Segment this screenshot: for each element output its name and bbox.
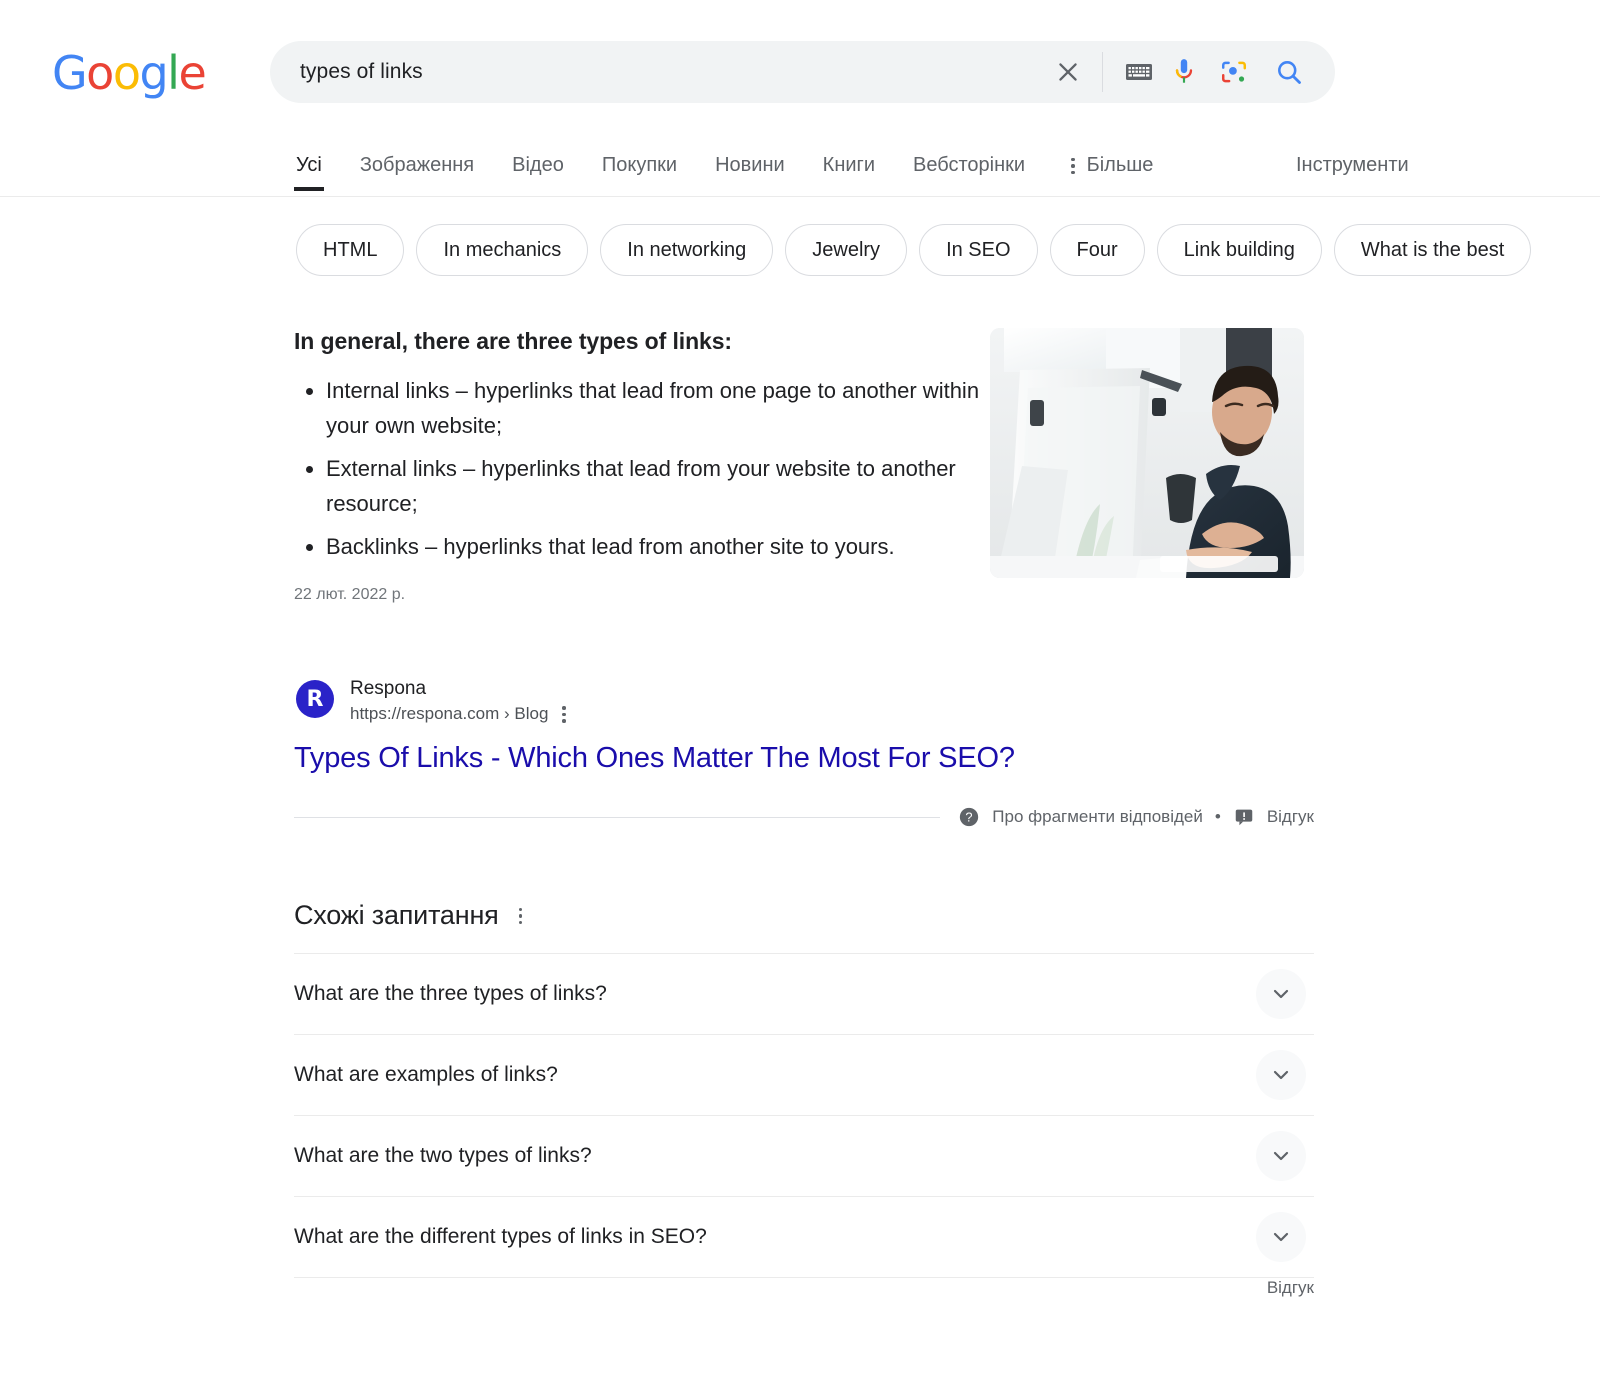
chip-label: Jewelry bbox=[812, 238, 881, 261]
respona-favicon-icon: R bbox=[296, 680, 334, 718]
about-featured-snippets-label: Про фрагменти відповідей bbox=[992, 807, 1203, 826]
feedback-divider-line bbox=[294, 816, 941, 818]
chip-label: In SEO bbox=[946, 238, 1011, 261]
logo-letter-g1: G bbox=[52, 46, 88, 100]
chip-in-seo[interactable]: In SEO bbox=[919, 224, 1038, 276]
tab-books-label: Книги bbox=[822, 154, 876, 176]
paa-question-label: What are the three types of links? bbox=[294, 982, 607, 1005]
chip-label: Four bbox=[1076, 238, 1118, 261]
snippet-feedback-row: ? Про фрагменти відповідей • Відгук bbox=[294, 806, 1314, 828]
chip-html[interactable]: HTML bbox=[296, 224, 405, 276]
logo-letter-o2: o bbox=[112, 46, 141, 100]
snippet-thumbnail[interactable] bbox=[990, 328, 1304, 578]
paa-options-icon[interactable] bbox=[518, 907, 523, 925]
refinement-chips: HTML In mechanics In networking Jewelry … bbox=[296, 224, 1532, 276]
chip-label: Link building bbox=[1183, 238, 1295, 261]
tab-books[interactable]: Книги bbox=[823, 140, 875, 177]
tab-shopping[interactable]: Покупки bbox=[602, 140, 677, 177]
result-options-icon[interactable] bbox=[562, 705, 566, 723]
tools-label: Інструменти bbox=[1296, 154, 1409, 176]
logo-letter-l: l bbox=[167, 46, 180, 100]
chip-what-is-the-best[interactable]: What is the best bbox=[1333, 224, 1532, 276]
more-button[interactable]: Більше bbox=[1071, 140, 1153, 177]
nav-tabs: Усі Зображення Відео Покупки Новини Книг… bbox=[294, 140, 1191, 196]
chevron-down-icon[interactable] bbox=[1256, 1050, 1306, 1100]
paa-question-label: What are examples of links? bbox=[294, 1063, 558, 1086]
search-icon[interactable] bbox=[1265, 52, 1313, 92]
snippet-title: In general, there are three types of lin… bbox=[294, 328, 732, 354]
paa-question-2[interactable]: What are examples of links? bbox=[294, 1034, 1314, 1115]
logo-letter-g2: g bbox=[139, 46, 168, 100]
paa-question-1[interactable]: What are the three types of links? bbox=[294, 953, 1314, 1034]
source-url-row: https://respona.com › Blog bbox=[350, 702, 566, 726]
snippet-date: 22 лют. 2022 р. bbox=[294, 586, 406, 603]
source-site-name: Respona bbox=[350, 678, 427, 699]
tab-all[interactable]: Усі bbox=[294, 140, 324, 191]
close-icon[interactable] bbox=[1048, 52, 1088, 92]
chip-in-networking[interactable]: In networking bbox=[600, 224, 774, 276]
search-nav: Усі Зображення Відео Покупки Новини Книг… bbox=[0, 140, 1600, 202]
tab-news[interactable]: Новини bbox=[715, 140, 785, 177]
tab-video[interactable]: Відео bbox=[512, 140, 564, 177]
google-lens-icon[interactable] bbox=[1211, 52, 1257, 92]
snippet-feedback-button[interactable]: Відгук bbox=[1233, 806, 1314, 828]
google-logo[interactable]: Google bbox=[52, 46, 207, 100]
search-input[interactable] bbox=[298, 59, 1048, 85]
logo-letter-o1: o bbox=[86, 46, 114, 100]
snippet-bullet: Backlinks – hyperlinks that lead from an… bbox=[326, 529, 984, 564]
chip-label: What is the best bbox=[1360, 238, 1505, 261]
tab-images-label: Зображення bbox=[359, 154, 475, 176]
snippet-bullet: External links – hyperlinks that lead fr… bbox=[326, 451, 984, 521]
tab-all-label: Усі bbox=[296, 154, 322, 176]
paa-feedback-label: Відгук bbox=[1266, 1278, 1314, 1297]
feedback-separator: • bbox=[1214, 807, 1221, 826]
search-divider bbox=[1102, 52, 1103, 92]
chip-link-building[interactable]: Link building bbox=[1156, 224, 1322, 276]
more-label: Більше bbox=[1086, 154, 1154, 176]
snippet-bullet-list: Internal links – hyperlinks that lead fr… bbox=[294, 373, 984, 564]
chevron-down-icon[interactable] bbox=[1256, 1131, 1306, 1181]
snippet-bullet: Internal links – hyperlinks that lead fr… bbox=[326, 373, 984, 443]
desk-photo-illustration bbox=[990, 328, 1304, 578]
tab-web[interactable]: Вебсторінки bbox=[913, 140, 1025, 177]
source-url: https://respona.com › Blog bbox=[350, 704, 549, 723]
nav-divider bbox=[0, 196, 1600, 197]
help-icon: ? bbox=[958, 806, 980, 828]
chip-four[interactable]: Four bbox=[1049, 224, 1145, 276]
chip-label: HTML bbox=[323, 238, 378, 261]
paa-question-3[interactable]: What are the two types of links? bbox=[294, 1115, 1314, 1196]
tab-video-label: Відео bbox=[512, 154, 564, 176]
snippet-feedback-label: Відгук bbox=[1266, 807, 1314, 826]
chip-label: In mechanics bbox=[443, 238, 562, 261]
chevron-down-icon[interactable] bbox=[1256, 969, 1306, 1019]
chip-jewelry[interactable]: Jewelry bbox=[785, 224, 908, 276]
keyboard-icon[interactable] bbox=[1117, 52, 1161, 92]
search-bar[interactable] bbox=[270, 41, 1335, 103]
tab-images[interactable]: Зображення bbox=[360, 140, 474, 177]
paa-question-4[interactable]: What are the different types of links in… bbox=[294, 1196, 1314, 1277]
paa-question-label: What are the different types of links in… bbox=[294, 1225, 707, 1248]
paa-header: Схожі запитання bbox=[294, 900, 1314, 931]
tools-button[interactable]: Інструменти bbox=[1296, 154, 1409, 177]
paa-title: Схожі запитання bbox=[294, 900, 499, 930]
logo-letter-e: e bbox=[178, 46, 206, 100]
more-vertical-icon bbox=[1071, 157, 1075, 175]
tab-news-label: Новини bbox=[715, 154, 785, 176]
paa-feedback-button[interactable]: Відгук bbox=[294, 1278, 1314, 1298]
tab-web-label: Вебсторінки bbox=[913, 154, 1026, 176]
result-source[interactable]: R Respona https://respona.com › Blog bbox=[296, 676, 566, 726]
chevron-down-icon[interactable] bbox=[1256, 1212, 1306, 1262]
chip-label: In networking bbox=[627, 238, 747, 261]
microphone-icon[interactable] bbox=[1161, 52, 1207, 92]
paa-question-label: What are the two types of links? bbox=[294, 1144, 592, 1167]
people-also-ask: Схожі запитання What are the three types… bbox=[294, 900, 1314, 1278]
svg-text:?: ? bbox=[966, 810, 973, 825]
about-featured-snippets-button[interactable]: ? Про фрагменти відповідей bbox=[958, 806, 1203, 828]
result-title-link[interactable]: Types Of Links - Which Ones Matter The M… bbox=[294, 742, 1015, 775]
feedback-flag-icon bbox=[1233, 806, 1255, 828]
tab-shopping-label: Покупки bbox=[601, 154, 678, 176]
chip-in-mechanics[interactable]: In mechanics bbox=[416, 224, 589, 276]
page-header: Google bbox=[0, 0, 1600, 140]
